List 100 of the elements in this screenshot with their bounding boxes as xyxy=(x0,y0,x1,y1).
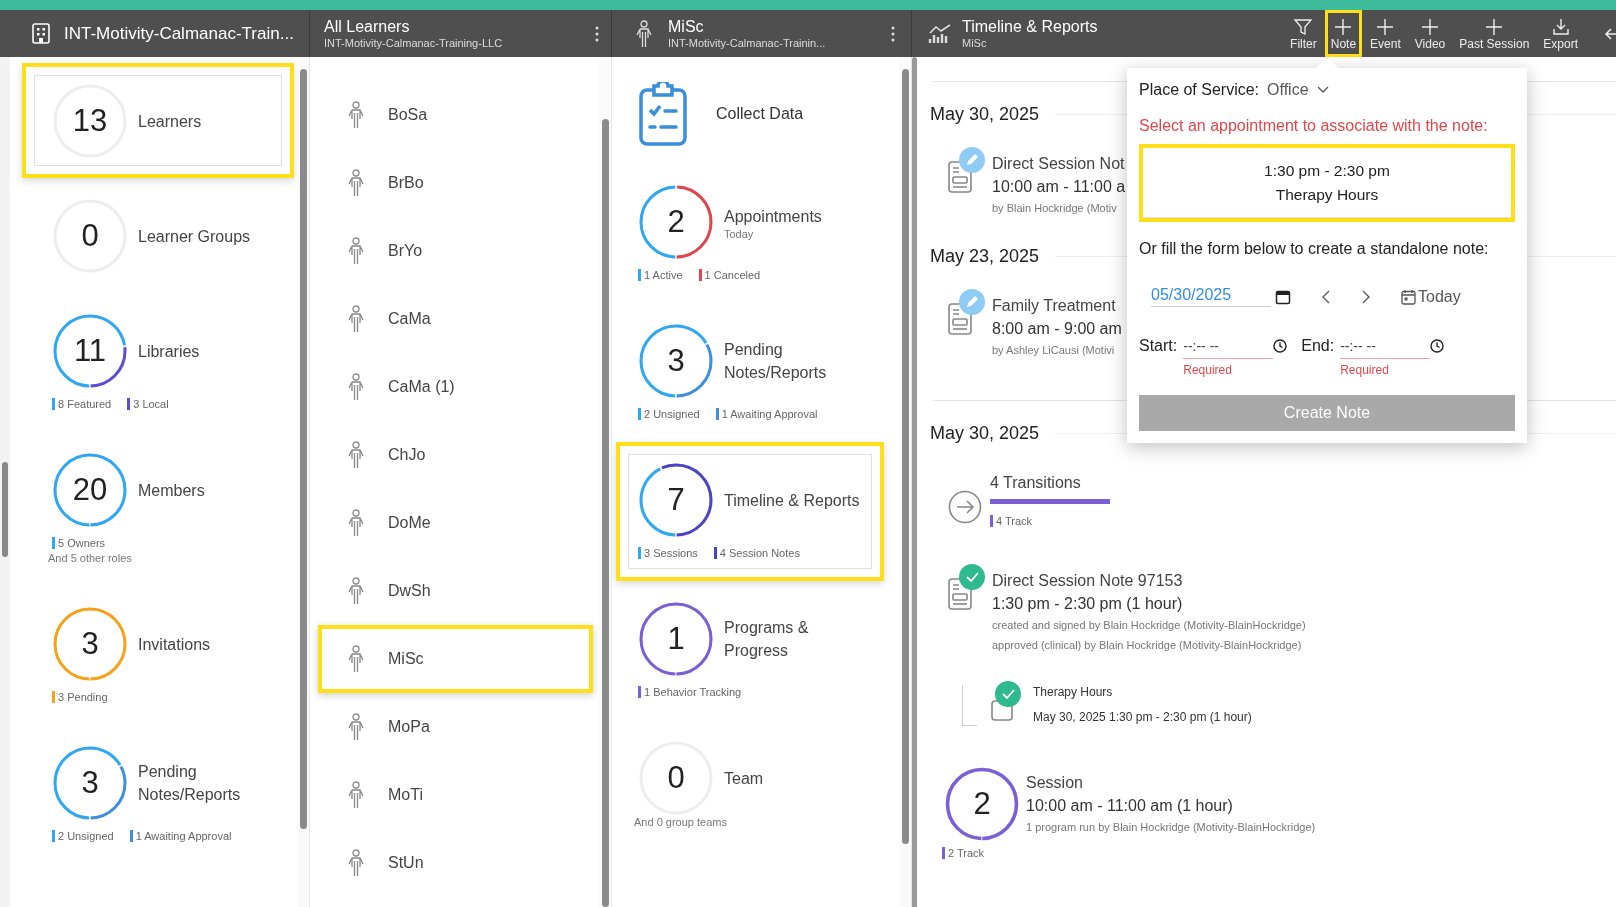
date-heading: May 23, 2025 xyxy=(930,246,1040,267)
legend-label: 3 Pending xyxy=(58,691,108,703)
entry-detail: created and signed by Blain Hockridge (Motivity-BlainHockridge) xyxy=(992,618,1306,633)
stat-label: Appointments xyxy=(724,206,822,227)
stat-card[interactable]: 7 Timeline & Reports 3 Sessions 4 Session Notes xyxy=(616,442,884,581)
appointment-option[interactable]: 1:30 pm - 2:30 pm Therapy Hours xyxy=(1139,144,1515,222)
scrollbar[interactable] xyxy=(300,69,307,829)
entry-title[interactable]: Family Treatment xyxy=(992,295,1122,317)
learner-item[interactable]: BrYo xyxy=(318,217,593,285)
stat-label: Timeline & Reports xyxy=(724,490,860,511)
today-button[interactable]: Today xyxy=(1401,287,1461,306)
count: 0 xyxy=(81,218,99,254)
date-field[interactable]: 05/30/2025 xyxy=(1151,286,1271,307)
count: 3 xyxy=(81,626,99,662)
entry-title[interactable]: Therapy Hours xyxy=(1033,685,1252,699)
field-label: End: xyxy=(1301,336,1335,356)
date-heading: May 30, 2025 xyxy=(930,423,1040,444)
toolbar-button[interactable]: Note xyxy=(1324,10,1363,57)
learner-item[interactable]: CaMa xyxy=(318,285,593,353)
error-text: Required xyxy=(1340,363,1390,377)
scrollbar[interactable] xyxy=(902,69,909,844)
action-label: Collect Data xyxy=(716,104,804,123)
collect-data-item[interactable]: Collect Data xyxy=(616,63,856,164)
entry-time: 1:30 pm - 2:30 pm (1 hour) xyxy=(992,594,1184,614)
scrollbar[interactable] xyxy=(912,57,917,907)
stat-card[interactable]: 3 Pending Notes/Reports 2 Unsigned 1 Awaiting Approval xyxy=(616,303,884,442)
count: 2 xyxy=(973,786,991,822)
stat-card[interactable]: 0 Learner Groups xyxy=(22,178,294,293)
stat-card[interactable]: 20 Members 5 Owners And 5 other roles xyxy=(22,432,294,586)
stat-label: Learner Groups xyxy=(138,226,251,247)
time-field[interactable]: --:-- -- xyxy=(1183,333,1274,359)
panel-subtitle: INT-Motivity-Calmanac-Training-LLC xyxy=(324,36,503,50)
error-text: Required xyxy=(1183,363,1233,377)
learner-item[interactable]: BrBo xyxy=(318,149,593,217)
person-icon xyxy=(634,19,654,48)
entry-detail: by Blain Hockridge (Motiv xyxy=(992,201,1118,216)
entry-title[interactable]: 4 Transitions xyxy=(990,472,1110,494)
stat-card[interactable]: 3 Pending Notes/Reports 2 Unsigned 1 Awaiting Approval xyxy=(22,725,294,864)
legend-label: 1 Awaiting Approval xyxy=(135,830,232,842)
stat-card[interactable]: 3 Invitations 3 Pending xyxy=(22,586,294,725)
stat-card[interactable]: 11 Libraries 8 Featured 3 Local xyxy=(22,293,294,432)
learner-item[interactable]: MoPa xyxy=(318,693,593,761)
learner-item[interactable]: BoSa xyxy=(318,81,593,149)
chevron-right-icon[interactable] xyxy=(1361,289,1371,304)
plus-icon xyxy=(1484,16,1505,36)
stat-card[interactable]: 2 Appointments Today 1 Active 1 Canceled xyxy=(616,164,884,303)
entry-detail: approved (clinical) by Blain Hockridge (Motivity-BlainHockridge) xyxy=(992,638,1303,653)
person-icon xyxy=(346,101,366,129)
plus-icon xyxy=(1333,16,1354,36)
learner-item[interactable]: MoTi xyxy=(318,761,593,829)
stat-label: Pending Notes/Reports xyxy=(724,340,828,383)
back-arrow-icon[interactable] xyxy=(1604,26,1616,41)
time-field[interactable]: --:-- -- xyxy=(1340,333,1431,359)
person-icon xyxy=(346,305,366,333)
scrollbar[interactable] xyxy=(602,119,609,907)
person-icon xyxy=(346,441,366,469)
legend-label: 1 Canceled xyxy=(704,269,761,281)
legend-label: 4 Session Notes xyxy=(719,547,800,559)
count: 1 xyxy=(667,621,685,657)
clock-icon xyxy=(1430,339,1445,353)
toolbar-button[interactable]: Event xyxy=(1364,10,1407,57)
field-label: Place of Service: xyxy=(1139,81,1260,99)
count: 2 xyxy=(667,204,685,240)
stat-label: Libraries xyxy=(138,341,200,362)
more-icon[interactable] xyxy=(595,24,599,43)
building-icon xyxy=(30,22,52,45)
scrollbar[interactable] xyxy=(2,462,8,557)
entry-title[interactable]: Direct Session Not xyxy=(992,153,1126,175)
toolbar-button[interactable]: Video xyxy=(1408,10,1452,57)
date-heading: May 30, 2025 xyxy=(930,104,1040,125)
legend-label: 2 Unsigned xyxy=(644,408,700,420)
entry-time: 8:00 am - 9:00 am xyxy=(992,319,1122,339)
legend-label: 8 Featured xyxy=(58,398,112,410)
stat-card[interactable]: 13 Learners xyxy=(22,63,294,178)
learner-item[interactable]: CaMa (1) xyxy=(318,353,593,421)
more-icon[interactable] xyxy=(891,24,895,43)
entry-title[interactable]: Session xyxy=(1026,772,1316,794)
org-title: INT-Motivity-Calmanac-Train... xyxy=(64,23,294,44)
panel-subtitle: MiSc xyxy=(962,36,988,50)
stat-label: Learners xyxy=(138,111,202,132)
toolbar-button[interactable]: Filter xyxy=(1284,10,1323,57)
legend-label: 4 Track xyxy=(996,515,1033,527)
entry-title[interactable]: Direct Session Note 97153 xyxy=(992,570,1306,592)
learner-item[interactable]: DwSh xyxy=(318,557,593,625)
stat-card[interactable]: 1 Programs & Progress 1 Behavior Tracking xyxy=(616,581,884,720)
learner-item[interactable]: StUn xyxy=(318,829,593,897)
connector-line xyxy=(962,685,977,726)
legend-label: 1 Awaiting Approval xyxy=(721,408,818,420)
chevron-left-icon[interactable] xyxy=(1321,289,1331,304)
plus-icon xyxy=(1420,16,1440,36)
toolbar-button[interactable]: Export xyxy=(1537,10,1584,57)
learner-item[interactable]: ChJo xyxy=(318,421,593,489)
learner-item[interactable]: MiSc xyxy=(318,625,593,693)
stat-card[interactable]: 0 Team And 0 group teams xyxy=(616,720,884,850)
learner-item[interactable]: DoMe xyxy=(318,489,593,557)
person-icon xyxy=(346,849,366,877)
legend-label: 1 Active xyxy=(644,269,683,281)
toolbar-button[interactable]: Past Session xyxy=(1453,10,1536,57)
stat-label: Programs & Progress xyxy=(724,618,810,661)
place-dropdown[interactable]: Office xyxy=(1267,81,1329,99)
